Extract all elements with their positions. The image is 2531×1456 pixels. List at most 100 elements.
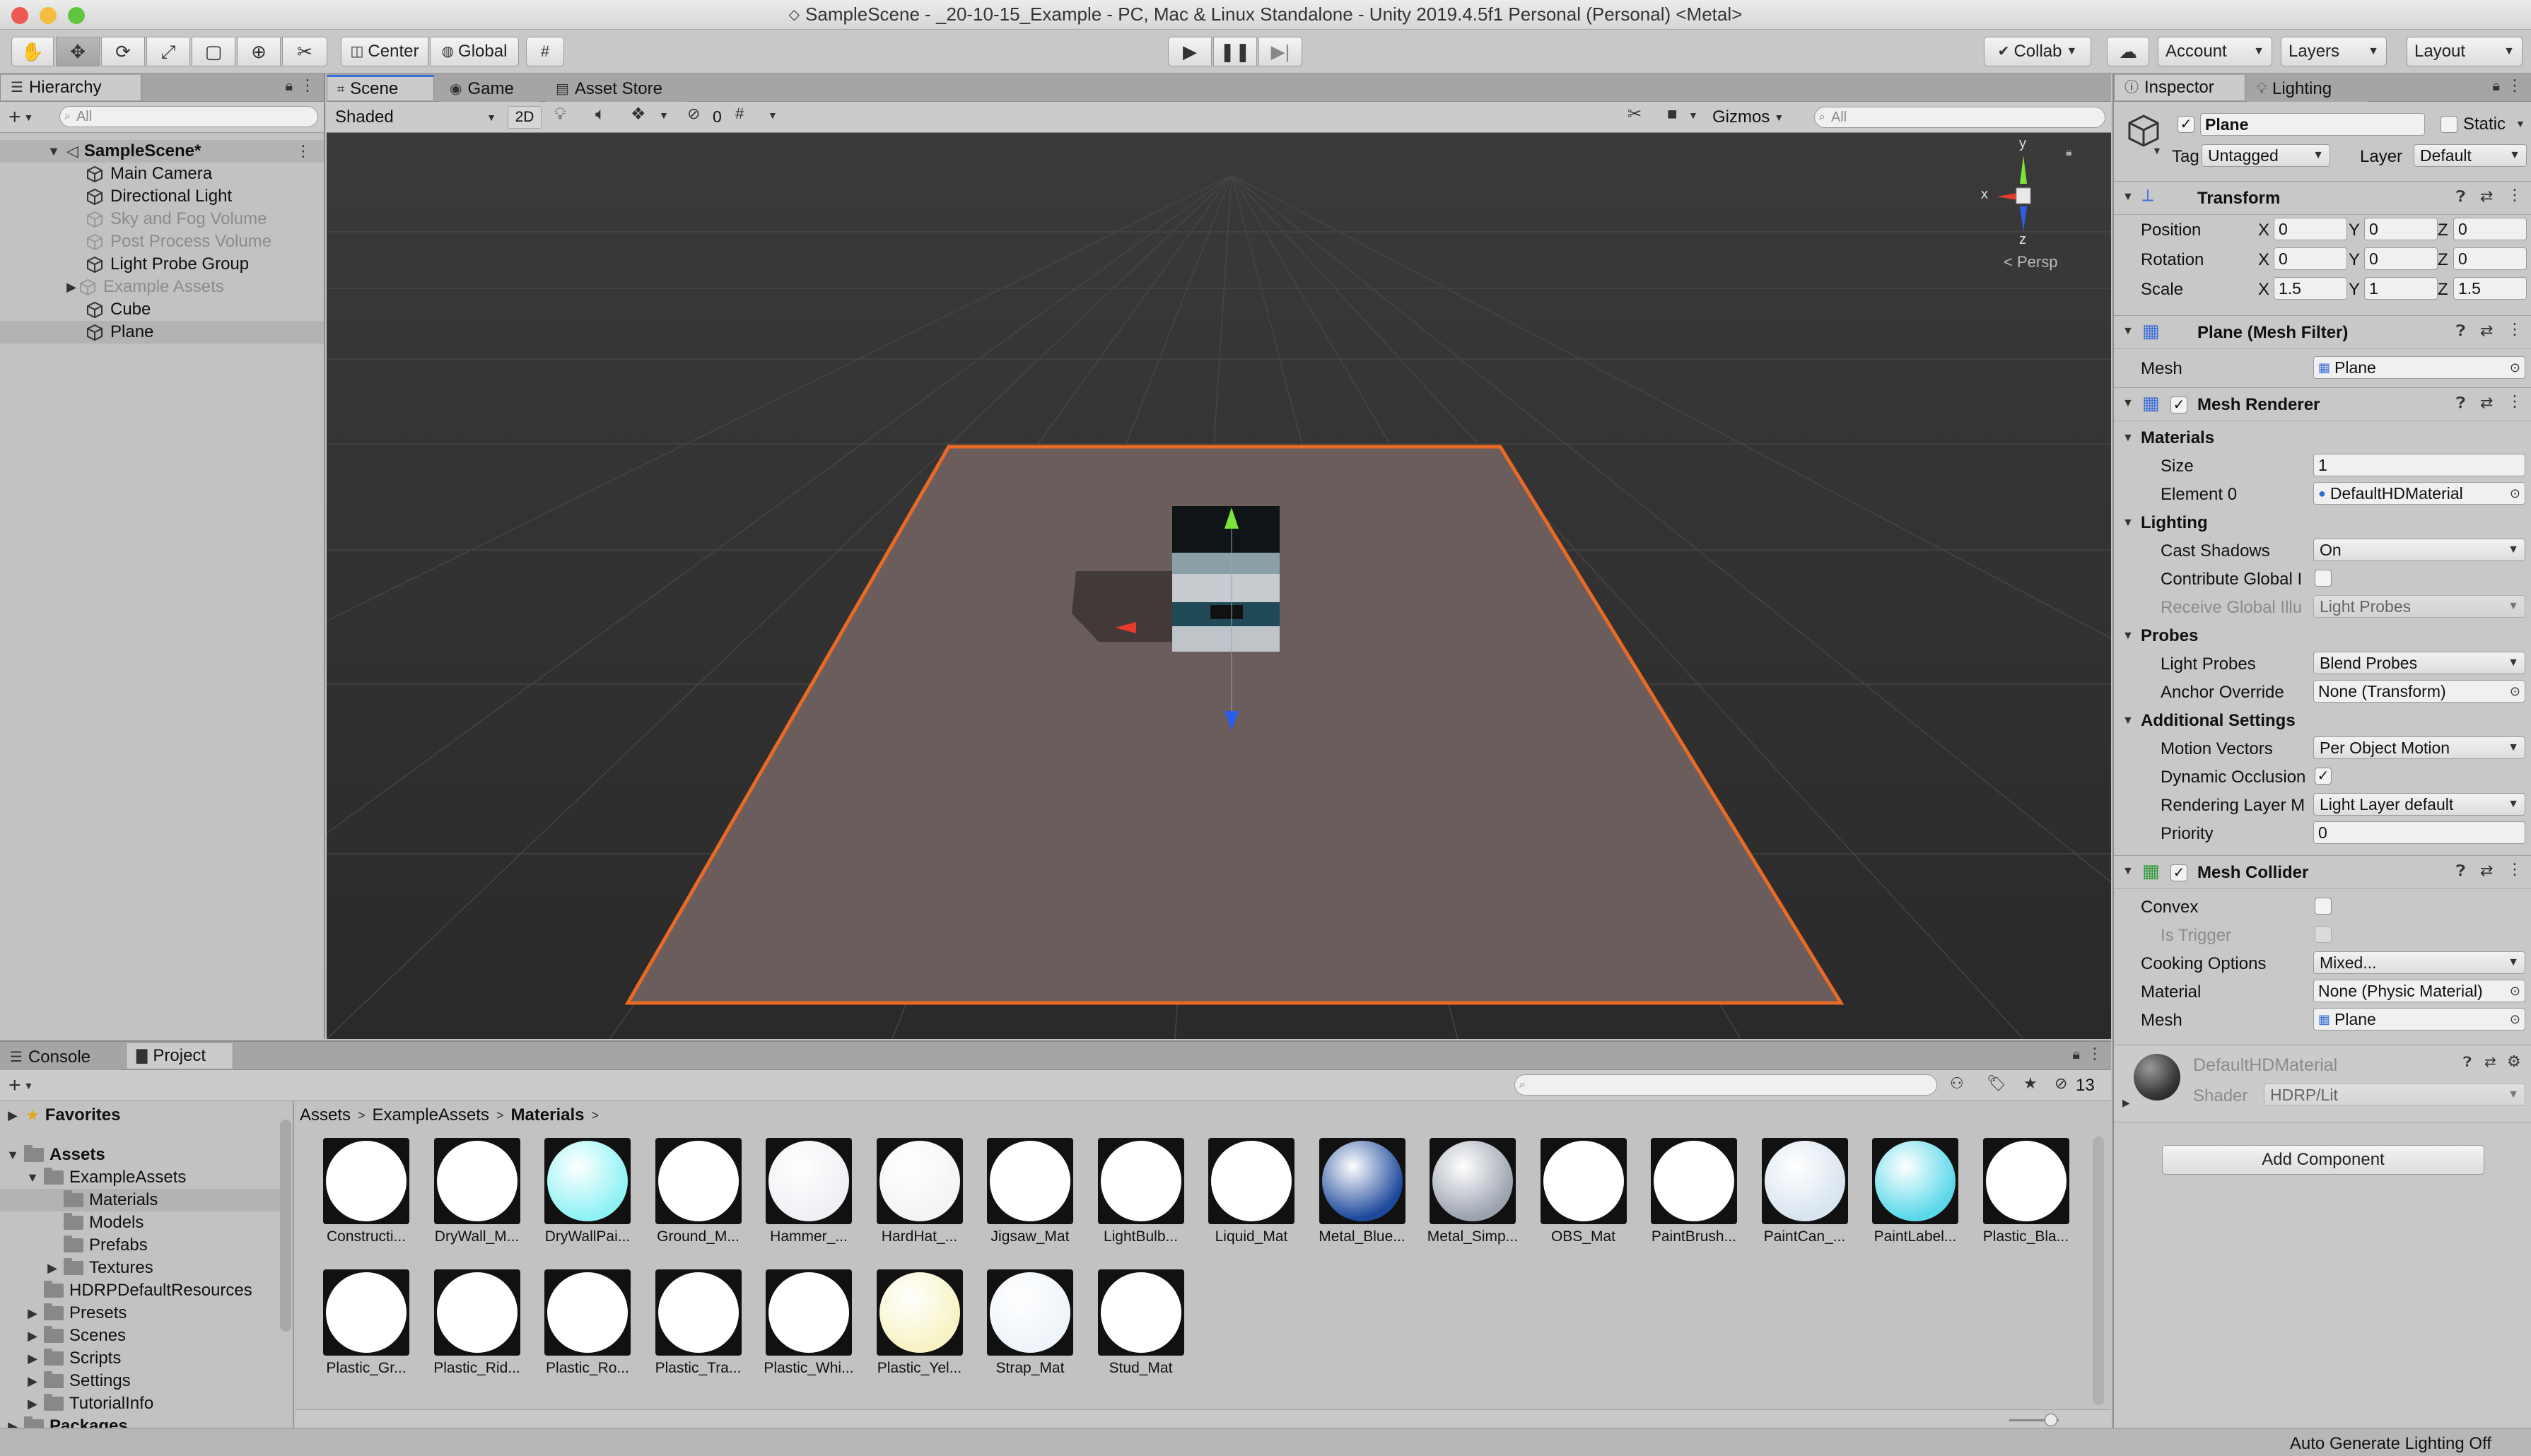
help-icon[interactable]: ❓︎ [2456, 189, 2465, 204]
chevron-down-icon[interactable]: ▼ [2515, 119, 2525, 129]
search-by-type-icon[interactable]: ⚇ [1950, 1076, 1964, 1091]
chevron-right-icon[interactable]: ▶ [64, 280, 79, 295]
contribute-gi-checkbox[interactable] [2315, 570, 2332, 587]
preset-icon[interactable]: ⇄ [2480, 395, 2493, 411]
grid-snap-button[interactable]: # [526, 37, 564, 66]
cloud-button[interactable]: ☁ [2107, 37, 2149, 66]
chevron-down-icon[interactable]: ▼ [47, 144, 61, 159]
favorites-foldout[interactable]: ▶ ★ Favorites [6, 1104, 120, 1127]
folder-tree-item[interactable]: ▶ Packages [0, 1415, 280, 1429]
tools-icon[interactable]: ✂ [1627, 106, 1642, 123]
scene-menu-icon[interactable]: ⋮ [296, 143, 311, 159]
hidden-objects-icon[interactable]: ⊘ [687, 106, 700, 122]
active-checkbox[interactable]: ✓ [2178, 116, 2194, 133]
shading-mode-dropdown[interactable]: Shaded ▼ [331, 106, 501, 129]
layout-dropdown[interactable]: Layout ▼ [2407, 37, 2523, 66]
gizmos-dropdown[interactable]: Gizmos ▼ [1712, 106, 1784, 129]
chevron-down-icon[interactable]: ▼ [1688, 110, 1698, 120]
add-component-button[interactable]: Add Component [2162, 1145, 2484, 1175]
materials-size-field[interactable]: 1 [2313, 454, 2525, 476]
chevron-down-icon[interactable]: ▼ [24, 1081, 34, 1091]
lightbulb-icon[interactable]: 💡︎ [554, 106, 566, 123]
chevron-down-icon[interactable]: ▼ [2122, 326, 2134, 337]
material-asset[interactable]: Plastic_Yel... [870, 1269, 969, 1377]
pivot-rotation-button[interactable]: ◍ Global [430, 37, 519, 66]
collab-dropdown[interactable]: ✔ Collab ▼ [1984, 37, 2091, 66]
chevron-down-icon[interactable]: ▼ [6, 1148, 20, 1163]
object-picker-icon[interactable]: ⊙ [2510, 361, 2520, 374]
chevron-down-icon[interactable]: ▼ [24, 112, 34, 122]
hierarchy-item[interactable]: Directional Light [0, 185, 324, 208]
mesh-renderer-enabled-checkbox[interactable]: ✓ [2170, 397, 2187, 413]
help-icon[interactable]: ❓︎ [2463, 1055, 2472, 1069]
rect-tool-button[interactable]: ▢ [192, 37, 235, 66]
material-asset[interactable]: Constructi... [317, 1138, 416, 1245]
cooking-options-dropdown[interactable]: Mixed... ▼ [2313, 951, 2525, 974]
scale-tool-button[interactable]: ⤢ [146, 37, 190, 66]
mesh-filter-mesh-field[interactable]: ▦ Plane ⊙ [2313, 356, 2525, 379]
thumbnail-size-slider-handle[interactable] [2045, 1414, 2057, 1426]
mesh-collider-component-header[interactable]: ▼ ▦ ✓ Mesh Collider ❓︎ ⇄ ⋮ [2114, 855, 2531, 889]
collider-material-field[interactable]: None (Physic Material) ⊙ [2313, 980, 2525, 1002]
cast-shadows-dropdown[interactable]: On ▼ [2313, 539, 2525, 561]
hierarchy-item[interactable]: Sky and Fog Volume [0, 208, 324, 230]
orientation-gizmo[interactable]: y x z < Persp 🔒︎ [1967, 136, 2080, 276]
projection-label[interactable]: < Persp [2004, 253, 2057, 271]
object-picker-icon[interactable]: ⊙ [2510, 985, 2520, 997]
scene-root-row[interactable]: ▼ ◁ SampleScene* ⋮ [0, 140, 324, 163]
move-tool-button[interactable]: ✥ [56, 37, 100, 66]
scene-viewport[interactable]: y x z < Persp 🔒︎ [327, 133, 2111, 1039]
component-menu-icon[interactable]: ⋮ [2507, 862, 2523, 877]
chevron-right-icon[interactable]: ▶ [25, 1397, 40, 1411]
transform-x-field[interactable]: 0 [2274, 247, 2347, 270]
chevron-down-icon[interactable]: ▼ [768, 110, 778, 120]
help-icon[interactable]: ❓︎ [2456, 863, 2465, 879]
anchor-override-field[interactable]: None (Transform) ⊙ [2313, 680, 2525, 703]
folder-tree-item[interactable]: ▼ ExampleAssets [0, 1166, 280, 1189]
material-asset[interactable]: Plastic_Ro... [538, 1269, 637, 1377]
transform-y-field[interactable]: 0 [2364, 218, 2438, 240]
panel-menu-icon[interactable]: ⋮ [2087, 1046, 2103, 1062]
convex-checkbox[interactable] [2315, 898, 2332, 915]
transform-y-field[interactable]: 0 [2364, 247, 2438, 270]
chevron-right-icon[interactable]: ▶ [25, 1374, 40, 1389]
preset-icon[interactable]: ⇄ [2480, 189, 2493, 204]
probes-foldout[interactable]: Probes [2141, 626, 2198, 646]
add-icon[interactable]: + [8, 106, 21, 128]
zoom-window-button[interactable] [68, 7, 85, 24]
material-asset[interactable]: DryWallPai... [538, 1138, 637, 1245]
static-checkbox[interactable] [2441, 116, 2457, 133]
help-icon[interactable]: ❓︎ [2456, 395, 2465, 411]
object-picker-icon[interactable]: ⊙ [2510, 1013, 2520, 1026]
folder-tree-item[interactable]: ▶ Scenes [0, 1325, 280, 1347]
transform-z-field[interactable]: 1.5 [2453, 277, 2527, 300]
help-icon[interactable]: ❓︎ [2456, 323, 2465, 339]
transform-x-field[interactable]: 1.5 [2274, 277, 2347, 300]
component-menu-icon[interactable]: ⋮ [2507, 394, 2523, 409]
grid-visibility-icon[interactable]: # [735, 106, 744, 122]
object-name-field[interactable]: Plane [2200, 113, 2425, 136]
close-window-button[interactable] [11, 7, 28, 24]
layer-dropdown[interactable]: Default ▼ [2414, 144, 2527, 167]
effects-icon[interactable]: ❖ [631, 106, 646, 123]
search-by-label-icon[interactable]: 🏷︎ [1987, 1076, 2006, 1091]
chevron-down-icon[interactable]: ▼ [2122, 866, 2134, 877]
material-asset[interactable]: Plastic_Gr... [317, 1269, 416, 1377]
chevron-down-icon[interactable]: ▼ [2122, 630, 2134, 642]
chevron-right-icon[interactable]: ▶ [25, 1306, 40, 1321]
material-asset[interactable]: Plastic_Whi... [759, 1269, 858, 1377]
tab-game[interactable]: ◉ Game [440, 76, 539, 102]
mesh-filter-component-header[interactable]: ▼ ▦ Plane (Mesh Filter) ❓︎ ⇄ ⋮ [2114, 315, 2531, 349]
folder-tree-item[interactable]: ▶ TutorialInfo [0, 1392, 280, 1415]
lighting-foldout[interactable]: Lighting [2141, 513, 2208, 533]
asset-grid-scrollbar[interactable] [2093, 1137, 2104, 1405]
panel-menu-icon[interactable]: ⋮ [300, 78, 315, 93]
custom-tool-button[interactable]: ✂ [282, 37, 327, 66]
chevron-right-icon[interactable]: ▶ [25, 1329, 40, 1344]
preset-icon[interactable]: ⇄ [2480, 863, 2493, 879]
minimize-window-button[interactable] [40, 7, 57, 24]
material-asset[interactable]: PaintCan_... [1755, 1138, 1854, 1245]
mesh-collider-enabled-checkbox[interactable]: ✓ [2170, 864, 2187, 881]
camera-icon[interactable]: ■ [1667, 106, 1678, 123]
chevron-down-icon[interactable]: ▼ [2122, 398, 2134, 409]
